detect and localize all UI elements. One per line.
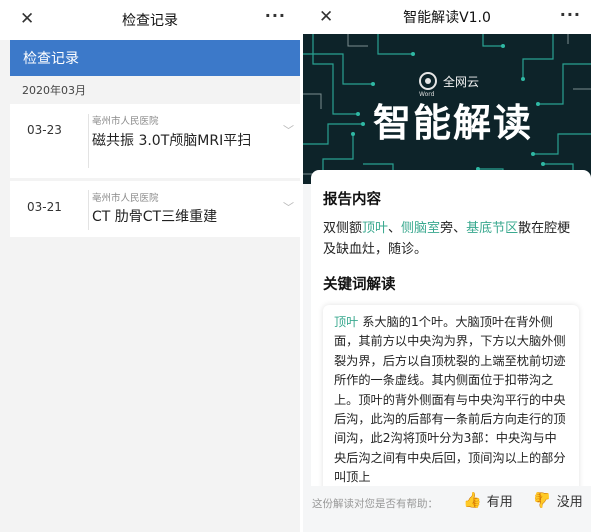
keyword-text: 系大脑的1个叶。大脑顶叶在背外侧面，其前方以中央沟为界，下方以大脑外侧裂为界，后… bbox=[334, 315, 566, 485]
page-title: 智能解读V1.0 bbox=[403, 10, 491, 26]
report-text: 旁、 bbox=[440, 221, 467, 236]
exam-records-panel: ✕ 检查记录 ··· 检查记录 2020年03月 03-23 亳州市人民医院 磁… bbox=[0, 0, 300, 532]
keyword-card: 顶叶 系大脑的1个叶。大脑顶叶在背外侧面，其前方以中央沟为界，下方以大脑外侧裂为… bbox=[323, 305, 579, 495]
section-header: 检查记录 bbox=[10, 40, 300, 76]
useless-button[interactable]: 👍 没用 bbox=[533, 490, 583, 510]
report-title: 报告内容 bbox=[323, 192, 381, 208]
useless-label: 没用 bbox=[556, 494, 583, 510]
keyword-term: 顶叶 bbox=[334, 315, 359, 329]
page-title: 检查记录 bbox=[122, 13, 178, 29]
thumbs-up-icon: 👍 bbox=[463, 491, 482, 509]
useful-label: 有用 bbox=[486, 494, 513, 510]
smart-interpretation-panel: ✕ 智能解读V1.0 ··· 全网云 Word 智能解读 报告内容 双侧额顶叶、… bbox=[303, 0, 591, 532]
keyword-explanation: 顶叶 系大脑的1个叶。大脑顶叶在背外侧面，其前方以中央沟为界，下方以大脑外侧裂为… bbox=[334, 313, 568, 488]
keyword-link[interactable]: 顶叶 bbox=[362, 221, 388, 236]
top-bar: ✕ 智能解读V1.0 ··· bbox=[303, 0, 591, 34]
record-date: 03-23 bbox=[27, 123, 62, 137]
keyword-title: 关键词解读 bbox=[323, 277, 396, 293]
more-icon[interactable]: ··· bbox=[560, 5, 581, 25]
keyword-link[interactable]: 基底节区 bbox=[466, 221, 518, 236]
report-content: 双侧额顶叶、侧脑室旁、基底节区散在腔梗及缺血灶，随诊。 bbox=[323, 218, 573, 260]
hospital-name: 亳州市人民医院 bbox=[92, 116, 159, 127]
close-icon[interactable]: ✕ bbox=[319, 7, 333, 27]
top-bar: ✕ 检查记录 ··· bbox=[0, 0, 300, 40]
record-date: 03-21 bbox=[27, 200, 62, 214]
record-item[interactable]: 03-21 亳州市人民医院 CT 肋骨CT三维重建 ﹀ bbox=[10, 181, 300, 237]
brand-logo: 全网云 Word bbox=[419, 72, 480, 98]
feedback-bar: 这份解读对您是否有帮助： 👍 有用 👍 没用 bbox=[303, 486, 591, 532]
keyword-link[interactable]: 侧脑室 bbox=[401, 221, 440, 236]
more-icon[interactable]: ··· bbox=[265, 6, 286, 26]
record-item[interactable]: 03-23 亳州市人民医院 磁共振 3.0T颅脑MRI平扫 ﹀ bbox=[10, 104, 300, 178]
exam-name: 磁共振 3.0T颅脑MRI平扫 bbox=[92, 133, 252, 149]
divider bbox=[88, 114, 89, 168]
close-icon[interactable]: ✕ bbox=[20, 9, 34, 29]
banner: 全网云 Word 智能解读 bbox=[303, 34, 591, 184]
interpretation-card: 报告内容 双侧额顶叶、侧脑室旁、基底节区散在腔梗及缺血灶，随诊。 关键词解读 顶… bbox=[311, 170, 591, 495]
useful-button[interactable]: 👍 有用 bbox=[463, 490, 513, 510]
thumbs-down-icon: 👍 bbox=[533, 491, 552, 509]
report-text: 双侧额 bbox=[323, 221, 363, 236]
feedback-question: 这份解读对您是否有帮助： bbox=[312, 498, 438, 510]
banner-title: 智能解读 bbox=[373, 101, 534, 145]
report-text: 、 bbox=[388, 221, 402, 236]
chevron-down-icon[interactable]: ﹀ bbox=[283, 199, 294, 215]
hospital-name: 亳州市人民医院 bbox=[92, 193, 159, 204]
brand-name: 全网云 bbox=[443, 74, 480, 89]
divider bbox=[88, 190, 89, 230]
chevron-down-icon[interactable]: ﹀ bbox=[283, 122, 294, 138]
exam-name: CT 肋骨CT三维重建 bbox=[92, 209, 218, 225]
month-label: 2020年03月 bbox=[22, 84, 86, 97]
logo-icon bbox=[419, 72, 437, 90]
